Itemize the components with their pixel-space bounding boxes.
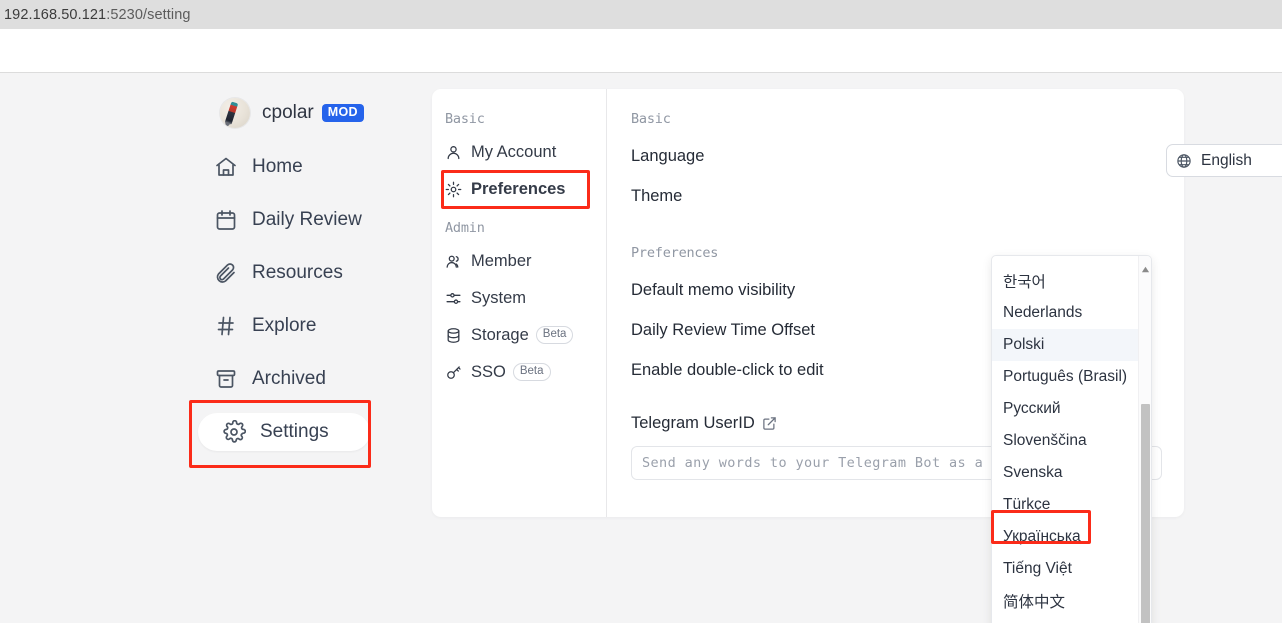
setting-label: Daily Review Time Offset xyxy=(631,321,815,339)
app-page: cpolar MOD Home Daily Review Resources E… xyxy=(0,73,1282,623)
setting-label: Default memo visibility xyxy=(631,281,796,299)
sidebar-item-label: Resources xyxy=(252,262,343,283)
url-text: 192.168.50.121:5230/setting xyxy=(0,7,191,23)
setting-row-language: Language xyxy=(631,141,1162,172)
settings-nav-label: Storage xyxy=(471,325,529,344)
language-option-simplified-chinese[interactable]: 简体中文 xyxy=(992,585,1140,617)
sliders-icon xyxy=(445,290,462,307)
sidebar-item-label: Explore xyxy=(252,315,317,336)
language-dropdown[interactable]: 한국어 Nederlands Polski Português (Brasil)… xyxy=(991,255,1152,623)
browser-toolbar-area xyxy=(0,29,1282,73)
sidebar-item-label: Settings xyxy=(260,421,329,442)
settings-nav-member[interactable]: Member xyxy=(432,246,606,276)
language-select-value: English xyxy=(1201,151,1252,169)
url-path: :5230/setting xyxy=(106,6,191,23)
user-icon xyxy=(445,144,462,161)
gear-icon xyxy=(222,419,247,444)
language-option-ukrainian[interactable]: Українська xyxy=(992,521,1140,553)
scroll-up-arrow-icon[interactable] xyxy=(1141,261,1150,273)
home-icon xyxy=(214,155,238,179)
language-option-korean[interactable]: 한국어 xyxy=(992,265,1140,297)
settings-nav-label: Preferences xyxy=(471,179,566,198)
language-option-turkish[interactable]: Türkçe xyxy=(992,489,1140,521)
language-option-vietnamese[interactable]: Tiếng Việt xyxy=(992,553,1140,585)
dropdown-scrollbar-thumb[interactable] xyxy=(1141,404,1150,623)
setting-row-theme: Theme xyxy=(631,181,1162,212)
sidebar-item-label: Daily Review xyxy=(252,209,362,230)
language-option-portuguese-brazil[interactable]: Português (Brasil) xyxy=(992,361,1140,393)
settings-nav-label: System xyxy=(471,288,527,307)
sidebar-item-label: Home xyxy=(252,156,303,177)
language-select[interactable]: English xyxy=(1166,144,1282,177)
hash-icon xyxy=(214,314,238,338)
settings-nav-preferences[interactable]: Preferences xyxy=(432,174,606,204)
sidebar-item-label: Archived xyxy=(252,368,326,389)
archive-icon xyxy=(214,367,238,391)
globe-icon xyxy=(1176,153,1192,169)
settings-nav-storage[interactable]: Storage Beta xyxy=(432,320,606,350)
language-option-swedish[interactable]: Svenska xyxy=(992,457,1140,489)
sidebar-item-home[interactable]: Home xyxy=(190,148,405,186)
language-option-partial[interactable] xyxy=(992,256,1140,265)
browser-url-bar[interactable]: 192.168.50.121:5230/setting xyxy=(0,0,1282,29)
beta-badge: Beta xyxy=(512,362,551,382)
setting-label: Language xyxy=(631,147,705,165)
mod-badge: MOD xyxy=(321,103,364,123)
database-icon xyxy=(445,327,462,344)
avatar xyxy=(220,98,250,128)
dropdown-scrollbar[interactable] xyxy=(1138,256,1151,623)
language-option-list: 한국어 Nederlands Polski Português (Brasil)… xyxy=(992,256,1140,623)
settings-nav-sso[interactable]: SSO Beta xyxy=(432,357,606,387)
settings-nav-my-account[interactable]: My Account xyxy=(432,137,606,167)
setting-label: Theme xyxy=(631,187,683,205)
paperclip-icon xyxy=(214,261,238,285)
settings-nav-label: My Account xyxy=(471,142,557,161)
setting-label: Enable double-click to edit xyxy=(631,361,824,379)
telegram-userid-label: Telegram UserID xyxy=(631,414,755,432)
sidebar-item-archived[interactable]: Archived xyxy=(190,360,405,398)
sidebar-item-resources[interactable]: Resources xyxy=(190,254,405,292)
settings-nav-label: SSO xyxy=(471,362,506,381)
beta-badge: Beta xyxy=(535,325,574,345)
group-label-basic: Basic xyxy=(631,111,671,127)
settings-nav: Basic My Account Preferences Admin Membe… xyxy=(432,89,607,517)
language-option-dutch[interactable]: Nederlands xyxy=(992,297,1140,329)
language-option-traditional-chinese[interactable]: 繁體中文 xyxy=(992,617,1140,623)
sidebar-item-explore[interactable]: Explore xyxy=(190,307,405,345)
screenshot-root: 192.168.50.121:5230/setting cpolar MOD H… xyxy=(0,0,1282,623)
users-icon xyxy=(445,253,462,270)
key-icon xyxy=(445,364,462,381)
language-option-slovenian[interactable]: Slovenščina xyxy=(992,425,1140,457)
gear-icon xyxy=(445,181,462,198)
external-link-icon[interactable] xyxy=(762,416,777,431)
language-option-russian[interactable]: Русский xyxy=(992,393,1140,425)
sidebar-item-settings[interactable]: Settings xyxy=(198,413,370,451)
settings-nav-system[interactable]: System xyxy=(432,283,606,313)
brand-row[interactable]: cpolar MOD xyxy=(190,93,405,133)
calendar-icon xyxy=(214,208,238,232)
settings-nav-basic-label: Basic xyxy=(445,111,485,127)
brand-name: cpolar xyxy=(262,102,314,123)
sidebar-item-daily-review[interactable]: Daily Review xyxy=(190,201,405,239)
settings-nav-label: Member xyxy=(471,251,532,270)
url-host: 192.168.50.121 xyxy=(4,6,107,23)
settings-nav-admin-label: Admin xyxy=(445,220,485,236)
language-option-polish[interactable]: Polski xyxy=(992,329,1140,361)
sidebar: cpolar MOD Home Daily Review Resources E… xyxy=(190,93,405,451)
